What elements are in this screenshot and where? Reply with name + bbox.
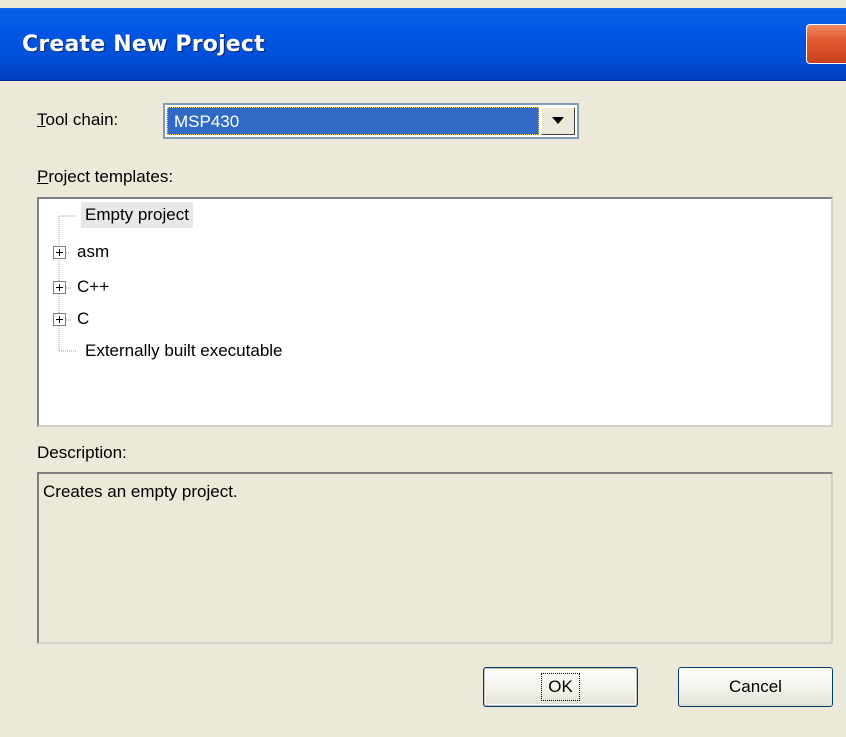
toolchain-combo[interactable]: MSP430: [163, 103, 579, 139]
cancel-button-label: Cancel: [729, 677, 782, 696]
create-new-project-dialog: Create New Project Tool chain: MSP430 Pr…: [0, 0, 846, 737]
tree-item-cpp[interactable]: C++: [39, 271, 799, 305]
tree-item-c[interactable]: C: [39, 303, 799, 337]
description-box: Creates an empty project.: [37, 472, 833, 644]
toolchain-selected-value[interactable]: MSP430: [167, 107, 539, 135]
expand-plus-icon[interactable]: [53, 313, 66, 326]
title-bar[interactable]: Create New Project: [0, 0, 846, 81]
ok-button-label: OK: [541, 673, 580, 701]
toolchain-label-mnemonic: T: [37, 110, 46, 129]
dialog-title: Create New Project: [22, 32, 265, 57]
description-label: Description:: [37, 443, 127, 462]
ok-button[interactable]: OK: [483, 667, 638, 707]
description-text: Creates an empty project.: [43, 482, 238, 501]
dropdown-button[interactable]: [541, 107, 575, 135]
tree-item-label[interactable]: Externally built executable: [81, 338, 287, 364]
close-button[interactable]: [806, 24, 846, 64]
tree-item-label[interactable]: asm: [73, 239, 113, 265]
tree-item-label[interactable]: C++: [73, 274, 113, 300]
expand-plus-icon[interactable]: [53, 281, 66, 294]
cancel-button[interactable]: Cancel: [678, 667, 833, 707]
templates-label-mnemonic: P: [37, 167, 49, 186]
chevron-down-icon: [552, 117, 564, 124]
expand-plus-icon[interactable]: [53, 246, 66, 259]
tree-item-externally-built-executable[interactable]: Externally built executable: [39, 335, 799, 369]
tree-item-empty-project[interactable]: Empty project: [39, 199, 799, 233]
toolchain-label: Tool chain:: [37, 110, 118, 130]
tree-item-asm[interactable]: asm: [39, 236, 799, 270]
toolchain-label-text: ool chain:: [45, 110, 119, 129]
tree-item-label[interactable]: Empty project: [81, 202, 193, 228]
templates-tree[interactable]: Empty project asm C++ C Externally built…: [37, 197, 833, 427]
window-top-edge: [0, 0, 846, 8]
templates-label: Project templates:: [37, 167, 173, 187]
tree-item-label[interactable]: C: [73, 306, 93, 332]
templates-label-text: roject templates:: [48, 167, 174, 186]
